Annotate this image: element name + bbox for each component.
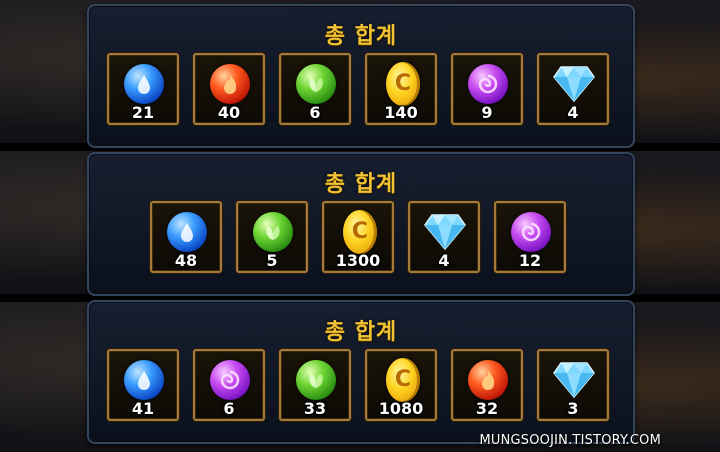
reward-slot: 6 [279, 53, 351, 125]
reward-slot: 4 [537, 53, 609, 125]
reward-slot: 6 [193, 349, 265, 421]
gold-coin-icon: C [343, 210, 377, 254]
reward-slot: 41 [107, 349, 179, 421]
fire-orb-icon [210, 64, 250, 104]
item-count: 6 [223, 399, 235, 418]
item-count: 6 [309, 103, 321, 122]
panel-title: 총 합계 [324, 172, 398, 197]
reward-slot: 32 [451, 349, 523, 421]
item-count: 12 [518, 251, 542, 270]
reward-slot: 40 [193, 53, 265, 125]
item-count: 41 [131, 399, 155, 418]
reward-slot: 12 [494, 201, 566, 273]
item-count: 21 [131, 103, 155, 122]
watermark: MUNGSOOJIN.TISTORY.COM [479, 433, 661, 448]
reward-slot: C 140 [365, 53, 437, 125]
gold-coin-icon: C [386, 358, 420, 402]
item-count: 48 [174, 251, 198, 270]
water-orb-icon [167, 212, 207, 252]
reward-slot: C 1300 [322, 201, 394, 273]
reward-slot: C 1080 [365, 349, 437, 421]
item-count: 4 [567, 103, 579, 122]
purple-orb-icon [210, 360, 250, 400]
diamond-icon [424, 214, 466, 251]
item-count: 32 [475, 399, 499, 418]
leaf-orb-icon [253, 212, 293, 252]
item-count: 3 [567, 399, 579, 418]
item-count: 1300 [335, 251, 381, 270]
reward-slot: 4 [408, 201, 480, 273]
gold-coin-icon: C [386, 62, 420, 106]
purple-orb-icon [468, 64, 508, 104]
water-orb-icon [124, 64, 164, 104]
water-orb-icon [124, 360, 164, 400]
reward-slot: 5 [236, 201, 308, 273]
leaf-orb-icon [296, 360, 336, 400]
panel-title: 총 합계 [324, 24, 398, 49]
item-count: 1080 [378, 399, 424, 418]
item-count: 5 [266, 251, 278, 270]
item-count: 9 [481, 103, 493, 122]
reward-slot: 21 [107, 53, 179, 125]
purple-orb-icon [511, 212, 551, 252]
reward-slot: 33 [279, 349, 351, 421]
panel-title: 총 합계 [324, 320, 398, 345]
diamond-icon [553, 66, 595, 103]
item-count: 33 [303, 399, 327, 418]
leaf-orb-icon [296, 64, 336, 104]
reward-slot: 3 [537, 349, 609, 421]
reward-slot: 9 [451, 53, 523, 125]
item-count: 140 [384, 103, 418, 122]
item-count: 4 [438, 251, 450, 270]
diamond-icon [553, 362, 595, 399]
item-count: 40 [217, 103, 241, 122]
reward-slot: 48 [150, 201, 222, 273]
fire-orb-icon [468, 360, 508, 400]
